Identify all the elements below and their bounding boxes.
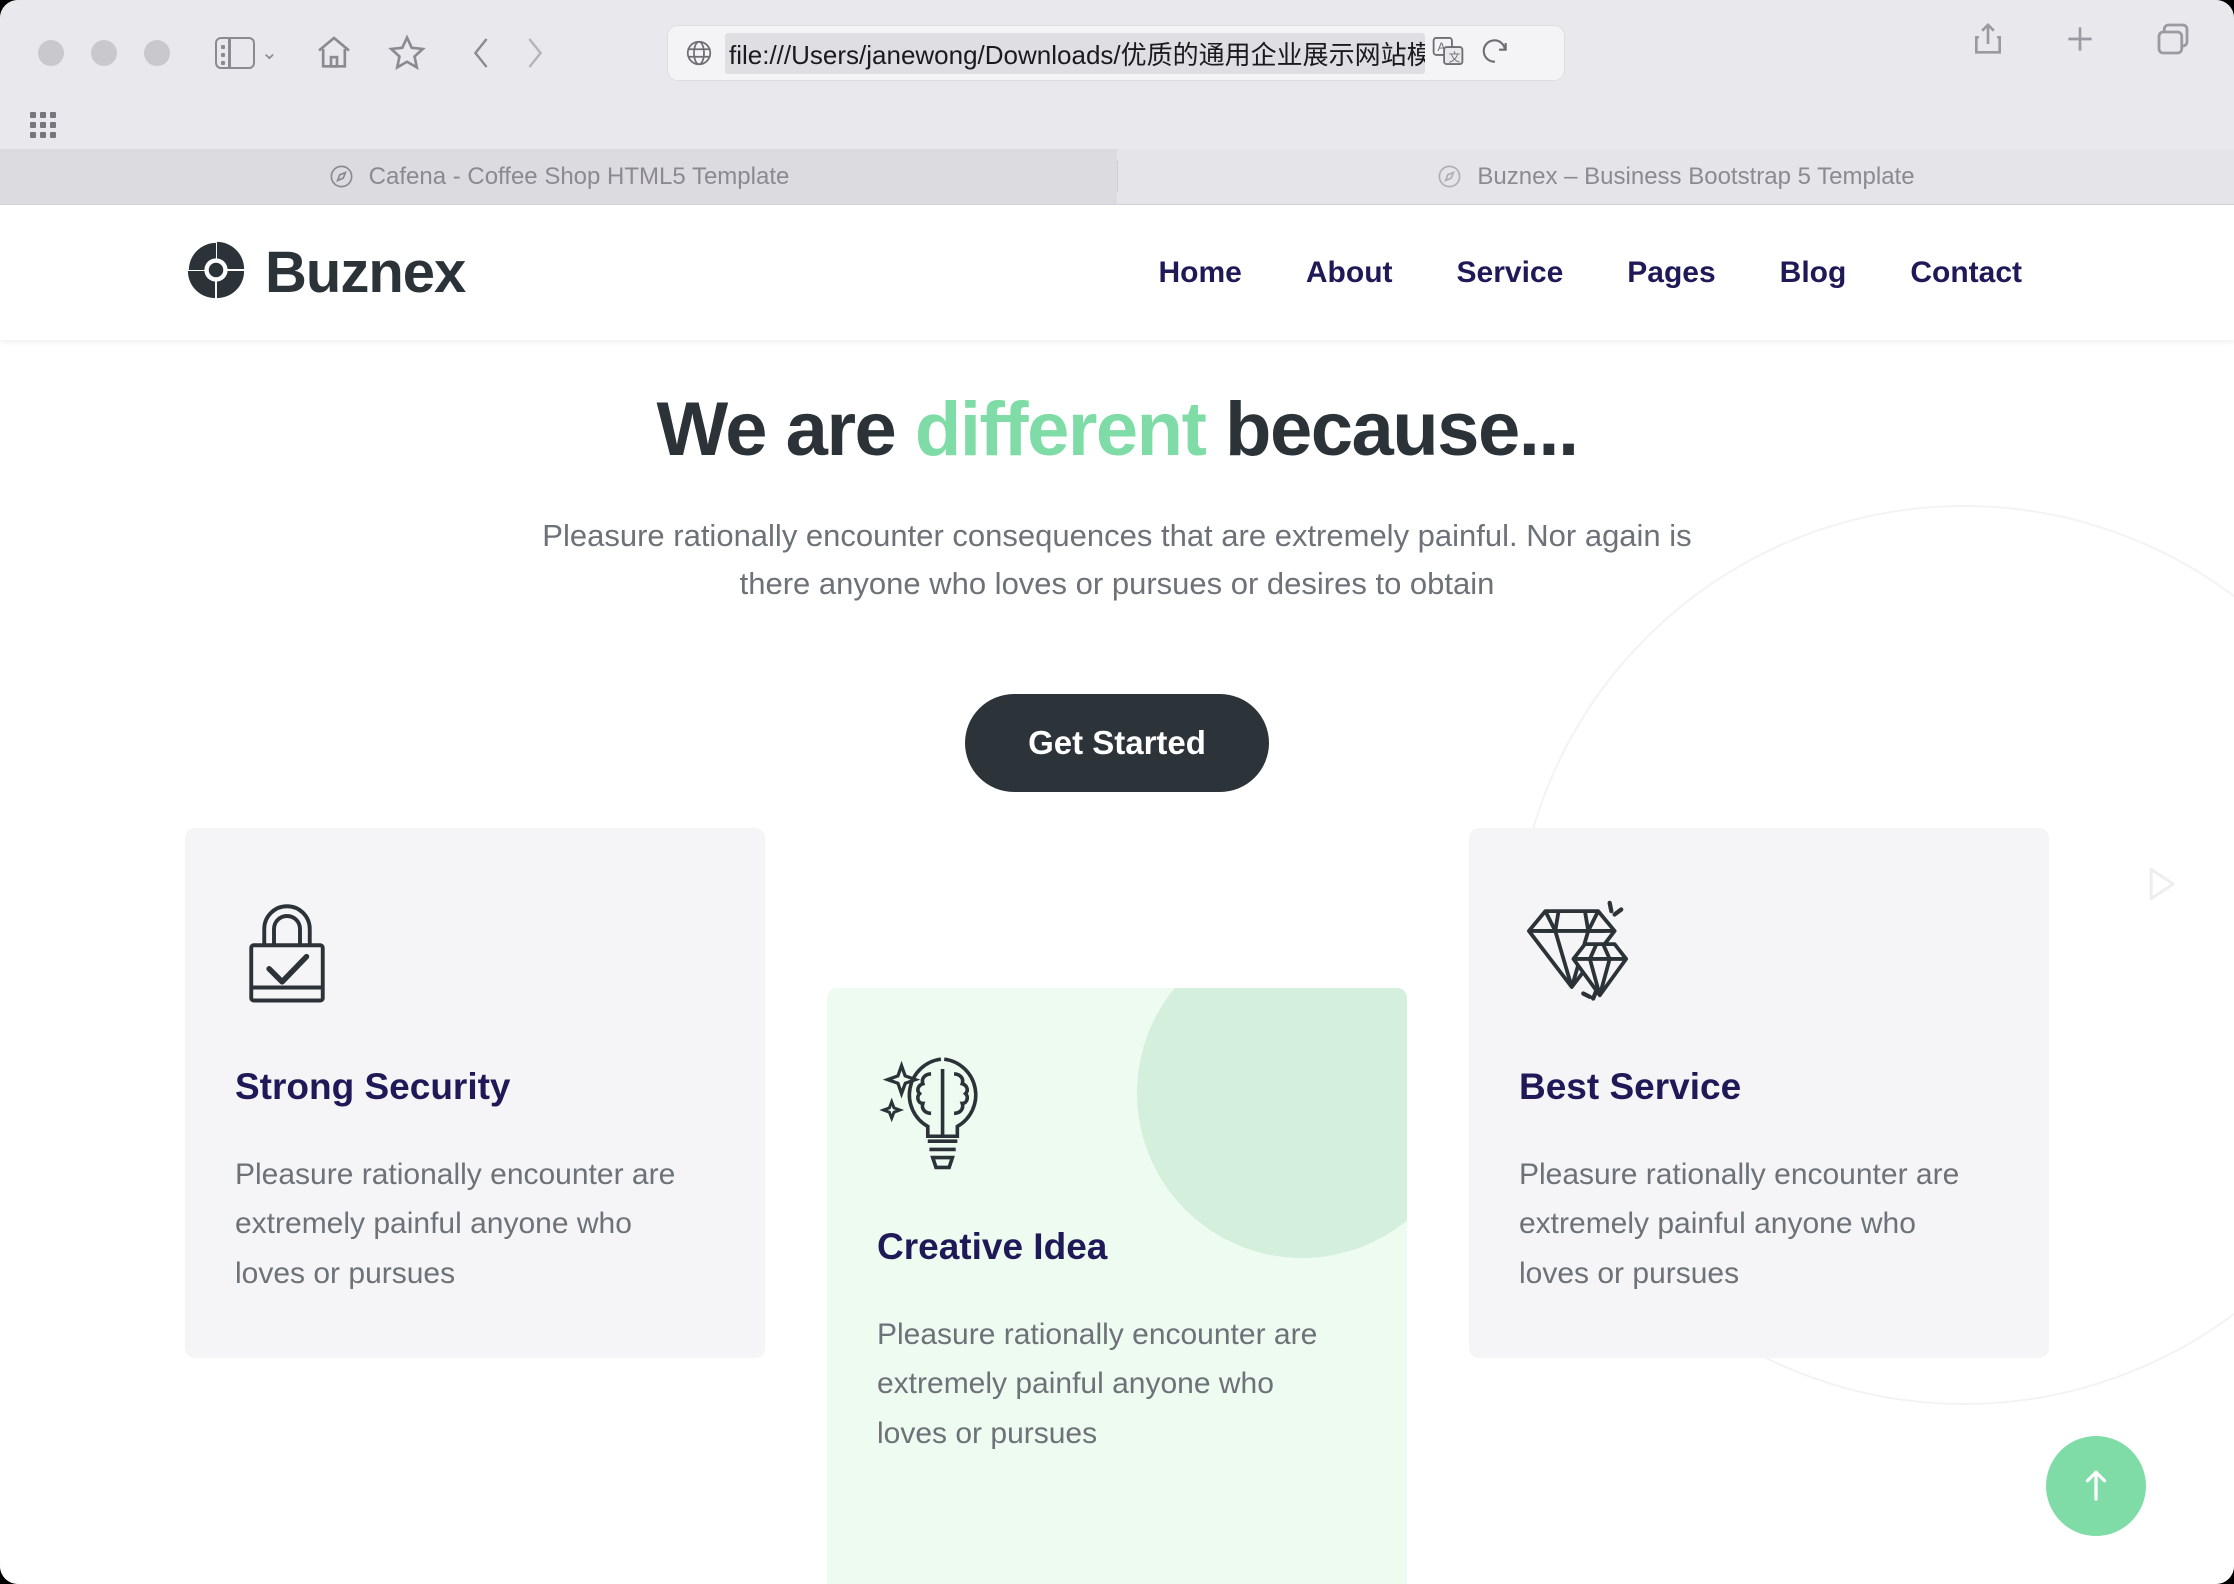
reload-icon[interactable]	[1479, 35, 1511, 72]
nav-item-contact[interactable]: Contact	[1878, 256, 2054, 290]
feature-card-title: Strong Security	[235, 1065, 511, 1107]
buznex-mark-icon	[185, 239, 247, 306]
webpage-viewport: Buznex Home About Service Pages Blog Con…	[0, 205, 2234, 1584]
home-icon[interactable]	[314, 33, 354, 73]
sidebar-icon[interactable]	[215, 36, 255, 69]
translate-icon[interactable]: A 文	[1431, 34, 1465, 73]
browser-tab-2-title: Buznex – Business Bootstrap 5 Template	[1477, 162, 1915, 190]
star-icon[interactable]	[386, 32, 428, 74]
forward-button[interactable]	[518, 32, 552, 74]
brand-logo[interactable]: Buznex	[185, 239, 466, 306]
padlock-check-icon	[235, 884, 715, 1014]
browser-toolbar: ⌄ file:///Users/janewong/Downloads/优质的通用…	[0, 0, 2234, 105]
tab-bar: Cafena - Coffee Shop HTML5 Template Buzn…	[0, 149, 2234, 205]
hero-title-part2: because...	[1205, 387, 1579, 472]
feature-card-strong-security[interactable]: Strong Security Pleasure rationally enco…	[185, 827, 765, 1359]
new-tab-icon[interactable]	[2060, 19, 2100, 59]
svg-text:A: A	[1438, 41, 1446, 54]
compass-icon	[1436, 163, 1463, 190]
svg-text:文: 文	[1449, 50, 1461, 64]
browser-tab-1-title: Cafena - Coffee Shop HTML5 Template	[368, 162, 790, 190]
feature-card-title: Creative Idea	[877, 1225, 1108, 1267]
nav-item-home[interactable]: Home	[1127, 256, 1274, 290]
chevron-down-icon[interactable]: ⌄	[261, 43, 278, 63]
toolbar-right-actions	[1968, 18, 2194, 60]
apps-grid-icon[interactable]	[30, 112, 60, 142]
share-icon[interactable]	[1968, 19, 2008, 59]
main-navigation: Home About Service Pages Blog Contact	[1127, 256, 2054, 290]
maximize-window-button[interactable]	[144, 39, 170, 66]
get-started-button[interactable]: Get Started	[965, 693, 1269, 792]
features-section: Strong Security Pleasure rationally enco…	[0, 827, 2234, 1584]
feature-card-title: Best Service	[1519, 1065, 1742, 1107]
feature-card-text: Pleasure rationally encounter are extrem…	[235, 1157, 676, 1290]
feature-card-text: Pleasure rationally encounter are extrem…	[1519, 1157, 1960, 1290]
nav-item-pages[interactable]: Pages	[1595, 256, 1747, 290]
diamond-icon	[1519, 884, 1999, 1014]
browser-window: ⌄ file:///Users/janewong/Downloads/优质的通用…	[0, 0, 2234, 1584]
hero-subtitle: Pleasure rationally encounter consequenc…	[542, 517, 1692, 601]
hero-title-part1: We are	[656, 387, 915, 472]
back-button[interactable]	[464, 32, 498, 74]
browser-tab-2[interactable]: Buznex – Business Bootstrap 5 Template	[1117, 149, 2234, 204]
feature-card-text: Pleasure rationally encounter are extrem…	[877, 1317, 1318, 1450]
window-controls	[38, 39, 170, 66]
brain-bulb-icon	[877, 1044, 1357, 1174]
sidebar-toggle-group[interactable]: ⌄	[215, 36, 278, 69]
minimize-window-button[interactable]	[91, 39, 117, 66]
arrow-up-icon	[2079, 1465, 2113, 1508]
hero-title-accent: different	[914, 387, 1207, 472]
close-window-button[interactable]	[38, 39, 64, 66]
hero-section: We are different because... Pleasure rat…	[0, 340, 2234, 792]
nav-item-service[interactable]: Service	[1425, 256, 1596, 290]
favorites-bar	[0, 105, 2234, 149]
tab-overview-icon[interactable]	[2152, 18, 2194, 60]
hero-title: We are different because...	[0, 388, 2234, 472]
globe-icon	[684, 38, 714, 68]
site-header: Buznex Home About Service Pages Blog Con…	[0, 205, 2234, 340]
address-bar[interactable]: file:///Users/janewong/Downloads/优质的通用企业…	[667, 25, 1565, 81]
nav-item-blog[interactable]: Blog	[1748, 256, 1879, 290]
nav-item-about[interactable]: About	[1274, 256, 1425, 290]
url-text[interactable]: file:///Users/janewong/Downloads/优质的通用企业…	[725, 32, 1425, 74]
brand-name: Buznex	[265, 240, 466, 305]
browser-tab-1[interactable]: Cafena - Coffee Shop HTML5 Template	[0, 149, 1117, 204]
feature-card-best-service[interactable]: Best Service Pleasure rationally encount…	[1469, 827, 2049, 1359]
scroll-to-top-button[interactable]	[2046, 1436, 2146, 1536]
compass-icon	[328, 163, 355, 190]
feature-card-creative-idea[interactable]: Creative Idea Pleasure rationally encoun…	[827, 987, 1407, 1584]
